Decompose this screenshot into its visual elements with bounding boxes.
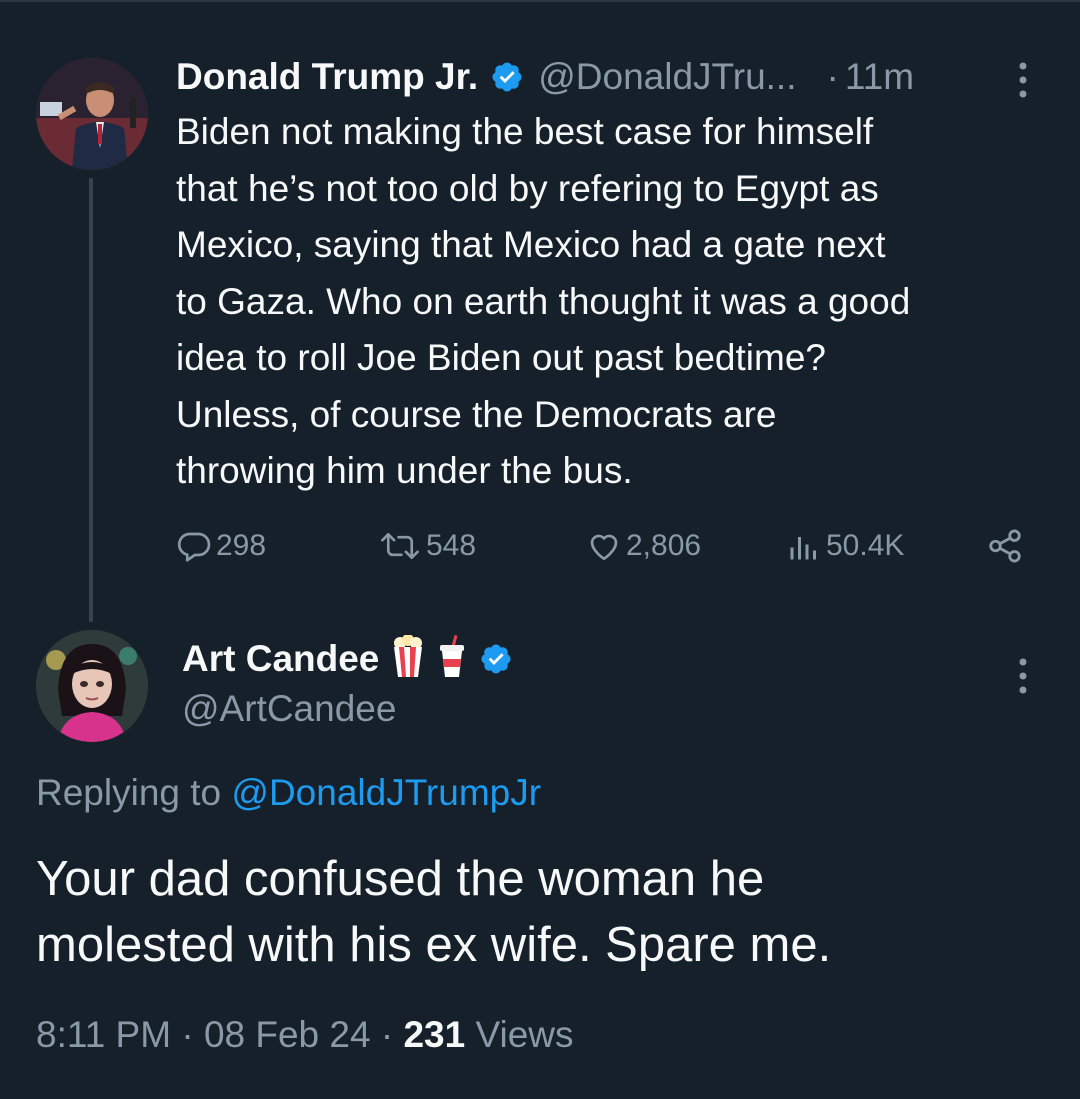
- avatar-art-candee[interactable]: [36, 630, 148, 742]
- like-button[interactable]: 2,806: [586, 522, 701, 570]
- more-vertical-icon[interactable]: [1018, 656, 1028, 696]
- views-icon: [786, 528, 822, 564]
- parent-text-line: that he’s not too old by refering to Egy…: [176, 167, 879, 209]
- reply-views-count[interactable]: 231: [403, 1014, 465, 1055]
- parent-display-name[interactable]: Donald Trump Jr.: [176, 56, 478, 98]
- retweet-count: 548: [426, 529, 477, 562]
- reply-tweet-text: Your dad confused the woman he molested …: [36, 846, 1046, 978]
- parent-tweet-text: Biden not making the best case for himse…: [176, 104, 1056, 500]
- retweet-button[interactable]: 548: [378, 522, 476, 570]
- reply-text-line: molested with his ex wife. Spare me.: [36, 918, 832, 972]
- replying-to-mention-link[interactable]: @DonaldJTrumpJr: [231, 772, 541, 813]
- replying-to: Replying to @DonaldJTrumpJr: [36, 772, 541, 814]
- views-count: 50.4K: [826, 529, 905, 562]
- parent-handle[interactable]: @DonaldJTru...: [538, 56, 796, 98]
- parent-text-line: Biden not making the best case for himse…: [176, 111, 874, 152]
- share-button[interactable]: [986, 522, 1024, 570]
- reply-date[interactable]: 08 Feb 24: [204, 1014, 371, 1055]
- popcorn-emoji: [391, 633, 425, 684]
- separator-dot: ·: [181, 1014, 194, 1055]
- like-count: 2,806: [626, 529, 702, 562]
- reply-meta: 8:11 PM · 08 Feb 24 · 231 Views: [36, 1014, 574, 1056]
- reply-tweet-header: Art Candee: [182, 633, 513, 684]
- separator-dot: ·: [826, 56, 839, 97]
- top-divider: [0, 0, 1080, 2]
- share-icon: [986, 527, 1024, 565]
- views-button[interactable]: 50.4K: [786, 522, 904, 570]
- soda-cup-emoji: [437, 634, 467, 684]
- verified-badge-icon[interactable]: [479, 642, 513, 676]
- replying-to-label: Replying to: [36, 772, 222, 813]
- parent-tweet-header: Donald Trump Jr. @DonaldJTru... · 11m: [176, 52, 914, 102]
- parent-text-line: throwing him under the bus.: [176, 450, 633, 491]
- reply-time[interactable]: 8:11 PM: [36, 1014, 171, 1055]
- avatar-donald-trump-jr[interactable]: [36, 58, 148, 170]
- parent-timestamp[interactable]: 11m: [845, 56, 914, 98]
- parent-text-line: to Gaza. Who on earth thought it was a g…: [176, 280, 911, 322]
- more-vertical-icon[interactable]: [1018, 60, 1028, 100]
- reply-count: 298: [216, 529, 267, 562]
- like-icon: [586, 528, 622, 564]
- parent-text-line: idea to roll Joe Biden out past bedtime?: [176, 337, 826, 378]
- separator-dot: ·: [380, 1014, 394, 1055]
- reply-button[interactable]: 298: [176, 522, 266, 570]
- reply-display-name[interactable]: Art Candee: [182, 638, 379, 680]
- reply-icon: [176, 528, 212, 564]
- reply-text-line: Your dad confused the woman he: [36, 852, 765, 906]
- thread-connector-line: [89, 178, 93, 622]
- verified-badge-icon[interactable]: [490, 60, 524, 94]
- parent-text-line: Unless, of course the Democrats are: [176, 393, 777, 435]
- reply-views-label[interactable]: Views: [475, 1014, 573, 1055]
- parent-text-line: Mexico, saying that Mexico had a gate ne…: [176, 224, 886, 265]
- reply-handle[interactable]: @ArtCandee: [182, 688, 396, 730]
- retweet-icon: [378, 528, 422, 564]
